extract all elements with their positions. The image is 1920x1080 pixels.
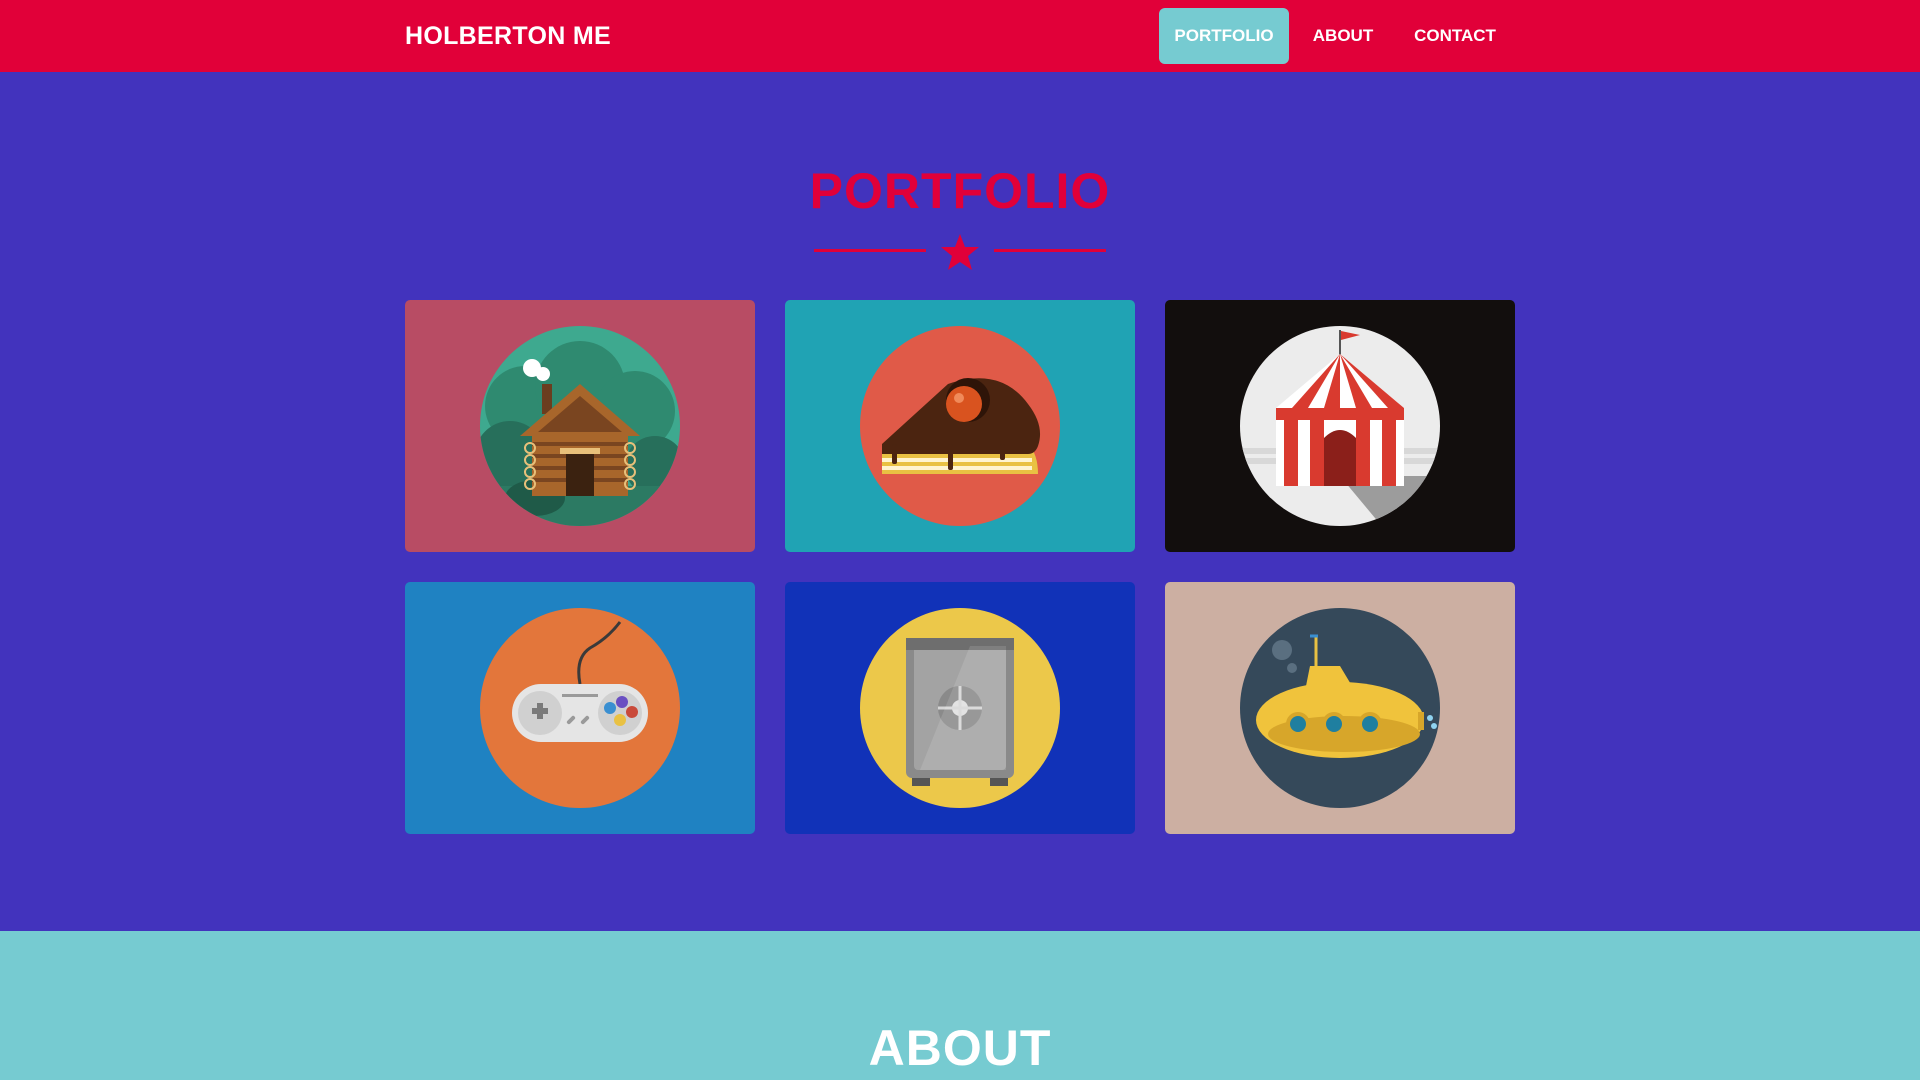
brand-logo[interactable]: HOLBERTON ME bbox=[405, 0, 611, 72]
portfolio-tile-circus[interactable] bbox=[1165, 300, 1515, 552]
nav-about[interactable]: ABOUT bbox=[1298, 8, 1388, 64]
navbar: HOLBERTON ME PORTFOLIO ABOUT CONTACT bbox=[0, 0, 1920, 72]
nav-contact[interactable]: CONTACT bbox=[1400, 8, 1510, 64]
portfolio-tile-cake[interactable] bbox=[785, 300, 1135, 552]
portfolio-tile-controller[interactable] bbox=[405, 582, 755, 834]
portfolio-tile-cabin[interactable] bbox=[405, 300, 755, 552]
portfolio-title: PORTFOLIO bbox=[809, 163, 1111, 219]
submarine-icon bbox=[1240, 608, 1440, 808]
divider-line-right bbox=[994, 249, 1106, 252]
nav-portfolio[interactable]: PORTFOLIO bbox=[1159, 8, 1289, 64]
star-icon bbox=[941, 234, 979, 270]
cake-icon bbox=[860, 326, 1060, 526]
portfolio-tile-submarine[interactable] bbox=[1165, 582, 1515, 834]
circus-tent-icon bbox=[1240, 326, 1440, 526]
game-controller-icon bbox=[480, 608, 680, 808]
about-title: ABOUT bbox=[868, 1020, 1052, 1076]
safe-icon bbox=[860, 608, 1060, 808]
portfolio-tile-safe[interactable] bbox=[785, 582, 1135, 834]
about-section: ABOUT bbox=[0, 931, 1920, 1080]
divider-line-left bbox=[814, 249, 926, 252]
cabin-icon bbox=[480, 326, 680, 526]
